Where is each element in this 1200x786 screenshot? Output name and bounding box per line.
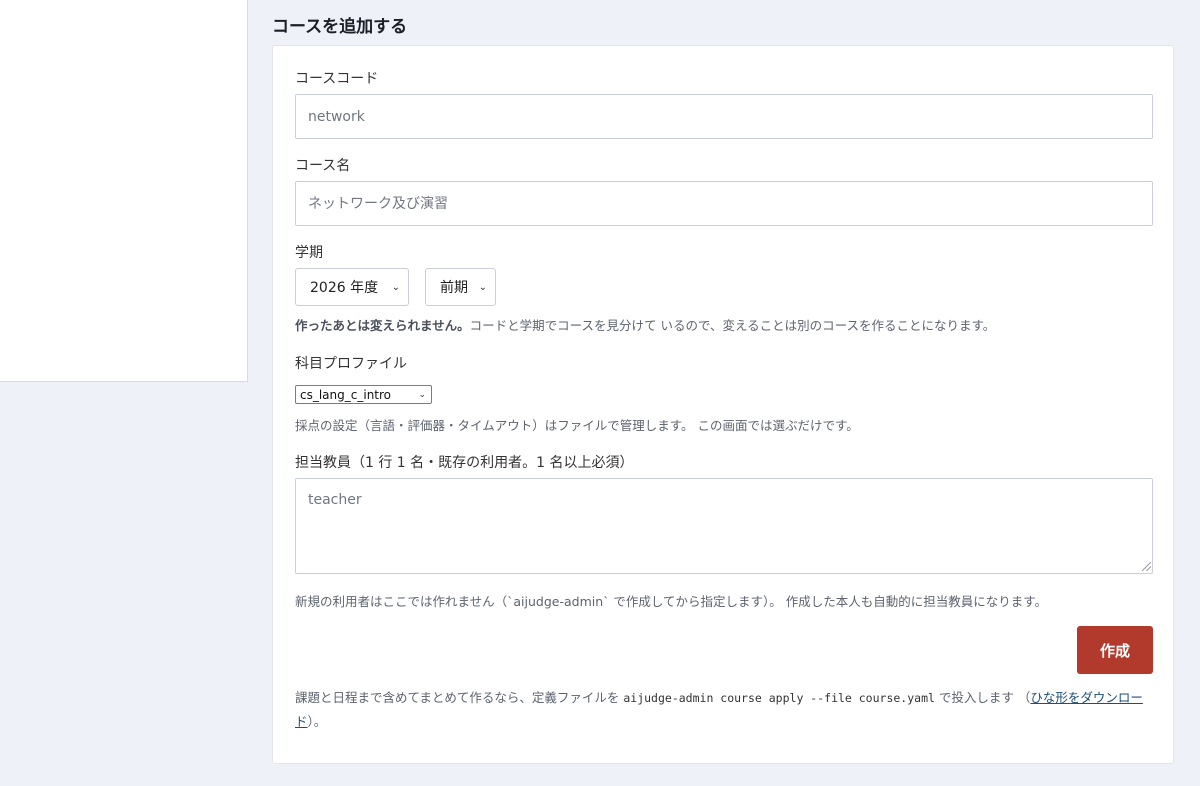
footer-text-middle: で投入します （ (934, 690, 1031, 705)
profile-label: 科目プロファイル (295, 356, 407, 372)
sidebar (0, 0, 248, 382)
course-code-label: コースコード (295, 71, 379, 87)
term-help: 作ったあとは変えられません。コードと学期でコースを見分けて いるので、変えること… (295, 315, 995, 334)
semester-select-value: 前期 (440, 280, 468, 296)
teachers-help: 新規の利用者はここでは作れません（`aijudge-admin` で作成してから… (295, 594, 1047, 609)
chevron-down-icon: ⌄ (418, 389, 426, 400)
term-help-warning: 作ったあとは変えられません。 (295, 318, 470, 333)
teachers-label: 担当教員（1 行 1 名・既存の利用者。1 名以上必須） (295, 455, 634, 471)
chevron-down-icon: ⌄ (478, 281, 487, 293)
profile-select[interactable]: cs_lang_c_intro ⌄ (295, 385, 432, 404)
chevron-down-icon: ⌄ (391, 281, 400, 293)
course-code-input[interactable] (295, 94, 1153, 139)
course-name-input[interactable] (295, 181, 1153, 226)
profile-help: 採点の設定（言語・評価器・タイムアウト）はファイルで管理します。 この画面では選… (295, 418, 859, 433)
footer-text-after: ）。 (307, 714, 327, 729)
footer-note: 課題と日程まで含めてまとめて作るなら、定義ファイルを aijudge-admin… (295, 686, 1155, 734)
year-select[interactable]: 2026 年度 ⌄ (295, 268, 409, 306)
cli-command: aijudge-admin course apply --file course… (623, 691, 935, 705)
teachers-textarea[interactable] (295, 478, 1153, 574)
create-button[interactable]: 作成 (1077, 626, 1153, 674)
resize-handle-icon[interactable] (1142, 562, 1151, 571)
add-course-form: コースコード コース名 学期 2026 年度 ⌄ 前期 ⌄ 作ったあとは変えられ… (272, 45, 1174, 764)
semester-select[interactable]: 前期 ⌄ (425, 268, 496, 306)
year-select-value: 2026 年度 (310, 280, 379, 296)
course-name-label: コース名 (295, 158, 351, 174)
footer-text-before: 課題と日程まで含めてまとめて作るなら、定義ファイルを (295, 690, 624, 705)
term-label: 学期 (295, 245, 323, 261)
term-help-text: コードと学期でコースを見分けて いるので、変えることは別のコースを作ることになり… (469, 318, 996, 333)
page-title: コースを追加する (272, 17, 408, 37)
profile-select-value: cs_lang_c_intro (300, 387, 392, 402)
